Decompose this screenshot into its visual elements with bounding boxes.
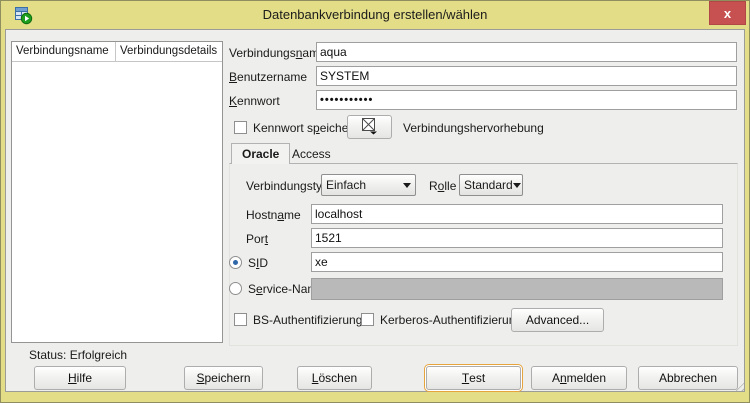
color-swatch-none-icon bbox=[360, 117, 380, 138]
verbindungstyp-value: Einfach bbox=[326, 178, 366, 192]
column-header-verbindungsdetails[interactable]: Verbindungsdetails bbox=[116, 42, 222, 62]
close-button[interactable]: x bbox=[709, 1, 746, 25]
speichern-button[interactable]: Speichern bbox=[184, 366, 263, 390]
rolle-value: Standard bbox=[464, 178, 513, 192]
connection-list-header: Verbindungsname Verbindungsdetails bbox=[12, 42, 222, 62]
port-input[interactable] bbox=[311, 228, 723, 248]
verbindungsname-input[interactable] bbox=[316, 42, 737, 62]
column-header-verbindungsname[interactable]: Verbindungsname bbox=[12, 42, 116, 62]
verbindungsname-label: Verbindungsname bbox=[229, 46, 326, 60]
dialog-title: Datenbankverbindung erstellen/wählen bbox=[1, 7, 749, 22]
dialog-window: Datenbankverbindung erstellen/wählen x V… bbox=[0, 0, 750, 403]
verbindungstyp-dropdown[interactable]: Einfach bbox=[321, 174, 416, 196]
kennwort-label: Kennwort bbox=[229, 94, 280, 108]
verbindungstyp-label: Verbindungstyp bbox=[246, 179, 329, 193]
rolle-dropdown[interactable]: Standard bbox=[459, 174, 523, 196]
hostname-label: Hostname bbox=[246, 208, 301, 222]
sid-label: SID bbox=[248, 256, 268, 270]
rolle-label: Rolle bbox=[429, 179, 456, 193]
tab-access[interactable]: Access bbox=[282, 143, 341, 164]
connection-list[interactable]: Verbindungsname Verbindungsdetails bbox=[11, 41, 223, 343]
bs-auth-checkbox[interactable] bbox=[234, 313, 247, 326]
benutzername-label: Benutzername bbox=[229, 70, 307, 84]
kennwort-speichern-label: Kennwort speichern bbox=[253, 121, 359, 135]
title-bar[interactable]: Datenbankverbindung erstellen/wählen x bbox=[1, 1, 749, 29]
hostname-input[interactable] bbox=[311, 204, 723, 224]
kerberos-auth-checkbox[interactable] bbox=[361, 313, 374, 326]
advanced-button[interactable]: Advanced... bbox=[511, 308, 604, 332]
kerberos-auth-label: Kerberos-Authentifizierung bbox=[380, 313, 522, 327]
chevron-down-icon bbox=[403, 183, 411, 188]
anmelden-button[interactable]: Anmelden bbox=[531, 366, 627, 390]
tab-oracle[interactable]: Oracle bbox=[231, 143, 290, 164]
kennwort-speichern-checkbox[interactable] bbox=[234, 121, 247, 134]
port-label: Port bbox=[246, 232, 268, 246]
loeschen-button[interactable]: Löschen bbox=[297, 366, 372, 390]
status-text: Status: Erfolgreich bbox=[29, 348, 127, 362]
abbrechen-button[interactable]: Abbrechen bbox=[638, 366, 738, 390]
benutzername-input[interactable] bbox=[316, 66, 737, 86]
verbindungshervorhebung-label: Verbindungshervorhebung bbox=[403, 121, 544, 135]
sid-input[interactable] bbox=[311, 252, 723, 272]
chevron-down-icon bbox=[513, 183, 521, 188]
sid-radio[interactable] bbox=[229, 256, 242, 269]
service-name-radio[interactable] bbox=[229, 282, 242, 295]
kennwort-input[interactable] bbox=[316, 90, 737, 110]
verbindungshervorhebung-color-button[interactable] bbox=[347, 115, 392, 139]
test-button[interactable]: Test bbox=[426, 366, 521, 390]
bs-auth-label: BS-Authentifizierung bbox=[253, 313, 362, 327]
service-name-input bbox=[311, 278, 723, 300]
hilfe-button[interactable]: Hilfe bbox=[34, 366, 126, 390]
